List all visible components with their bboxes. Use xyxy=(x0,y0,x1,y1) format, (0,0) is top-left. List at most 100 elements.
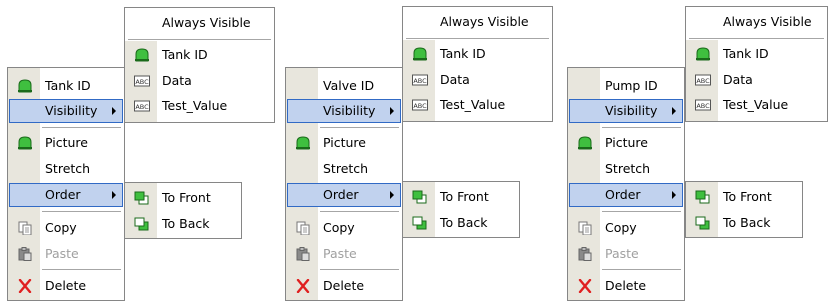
paste-icon xyxy=(17,247,33,261)
menu-item-delete[interactable]: Delete xyxy=(287,274,401,298)
menu-separator xyxy=(320,269,399,270)
menu-item-label: Delete xyxy=(45,278,87,293)
order-submenu-2: To Front To Back xyxy=(402,181,520,238)
menu-item-label: To Front xyxy=(440,189,489,204)
menu-item-test-value[interactable]: ABC Test_Value xyxy=(687,93,826,117)
menu-item-label: To Back xyxy=(440,215,488,230)
submenu-arrow-icon xyxy=(672,191,676,199)
menu-item-pump-id[interactable]: Pump ID xyxy=(569,74,683,98)
paste-icon xyxy=(295,247,311,261)
menu-separator xyxy=(42,211,121,212)
delete-x-icon xyxy=(577,279,593,293)
abc-text-icon: ABC xyxy=(134,99,150,113)
green-tank-icon xyxy=(577,136,593,150)
menu-item-label: Tank ID xyxy=(440,46,486,61)
svg-text:ABC: ABC xyxy=(413,77,427,85)
abc-text-icon: ABC xyxy=(695,98,711,112)
menu-separator xyxy=(42,269,121,270)
menu-item-always-visible[interactable]: Always Visible xyxy=(404,10,551,34)
menu-item-label: Always Visible xyxy=(162,15,251,30)
menu-item-label: Paste xyxy=(45,246,79,261)
menu-item-tank-id[interactable]: Tank ID xyxy=(687,42,826,66)
menu-item-to-back[interactable]: To Back xyxy=(126,212,240,236)
menu-item-copy[interactable]: Copy xyxy=(569,216,683,240)
menu-item-test-value[interactable]: ABC Test_Value xyxy=(126,94,273,118)
menu-item-picture[interactable]: Picture xyxy=(287,131,401,155)
menu-item-label: Tank ID xyxy=(723,46,769,61)
menu-item-paste[interactable]: Paste xyxy=(9,242,123,266)
bring-to-front-icon xyxy=(412,190,428,204)
menu-item-order[interactable]: Order xyxy=(569,183,683,207)
submenu-arrow-icon xyxy=(112,191,116,199)
menu-item-tank-id[interactable]: Tank ID xyxy=(126,43,273,67)
menu-item-label: Test_Value xyxy=(723,97,789,112)
menu-item-data[interactable]: ABC Data xyxy=(404,68,551,92)
delete-x-icon xyxy=(295,279,311,293)
submenu-arrow-icon xyxy=(390,107,394,115)
svg-text:ABC: ABC xyxy=(413,102,427,110)
menu-separator xyxy=(128,39,271,40)
menu-item-always-visible[interactable]: Always Visible xyxy=(687,10,826,34)
menu-item-picture[interactable]: Picture xyxy=(569,131,683,155)
menu-item-test-value[interactable]: ABC Test_Value xyxy=(404,93,551,117)
menu-item-stretch[interactable]: Stretch xyxy=(9,157,123,181)
menu-item-label: Paste xyxy=(605,246,639,261)
menu-item-order[interactable]: Order xyxy=(287,183,401,207)
menu-item-label: Test_Value xyxy=(162,98,228,113)
menu-item-label: Order xyxy=(605,187,641,202)
menu-item-to-front[interactable]: To Front xyxy=(126,186,240,210)
menu-item-to-back[interactable]: To Back xyxy=(687,211,801,235)
bring-to-front-icon xyxy=(695,190,711,204)
copy-icon xyxy=(295,221,311,235)
copy-icon xyxy=(577,221,593,235)
svg-text:ABC: ABC xyxy=(696,102,710,110)
menu-item-visibility[interactable]: Visibility xyxy=(569,99,683,123)
svg-text:ABC: ABC xyxy=(696,77,710,85)
menu-item-to-front[interactable]: To Front xyxy=(404,185,518,209)
menu-item-label: Visibility xyxy=(45,103,98,118)
order-submenu-1: To Front To Back xyxy=(124,182,242,239)
green-tank-icon xyxy=(412,47,428,61)
send-to-back-icon xyxy=(695,216,711,230)
menu-item-data[interactable]: ABC Data xyxy=(687,68,826,92)
menu-item-copy[interactable]: Copy xyxy=(9,216,123,240)
menu-separator xyxy=(42,127,121,128)
menu-item-picture[interactable]: Picture xyxy=(9,131,123,155)
abc-text-icon: ABC xyxy=(134,74,150,88)
abc-text-icon: ABC xyxy=(695,73,711,87)
menu-item-delete[interactable]: Delete xyxy=(569,274,683,298)
green-tank-icon xyxy=(17,79,33,93)
menu-item-delete[interactable]: Delete xyxy=(9,274,123,298)
menu-item-valve-id[interactable]: Valve ID xyxy=(287,74,401,98)
menu-item-label: Copy xyxy=(323,220,355,235)
menu-item-stretch[interactable]: Stretch xyxy=(287,157,401,181)
menu-item-label: Tank ID xyxy=(162,47,208,62)
menu-item-paste[interactable]: Paste xyxy=(287,242,401,266)
menu-item-paste[interactable]: Paste xyxy=(569,242,683,266)
menu-item-tank-id[interactable]: Tank ID xyxy=(404,42,551,66)
green-tank-icon xyxy=(695,47,711,61)
order-submenu-3: To Front To Back xyxy=(685,181,803,238)
menu-item-visibility[interactable]: Visibility xyxy=(287,99,401,123)
menu-item-label: Visibility xyxy=(323,103,376,118)
menu-item-label: Order xyxy=(323,187,359,202)
menu-item-always-visible[interactable]: Always Visible xyxy=(126,11,273,35)
visibility-submenu-1: Always Visible Tank ID ABC Data ABC Test… xyxy=(124,7,275,123)
paste-icon xyxy=(577,247,593,261)
menu-item-visibility[interactable]: Visibility xyxy=(9,99,123,123)
menu-item-order[interactable]: Order xyxy=(9,183,123,207)
menu-item-data[interactable]: ABC Data xyxy=(126,69,273,93)
menu-item-to-back[interactable]: To Back xyxy=(404,211,518,235)
abc-text-icon: ABC xyxy=(412,73,428,87)
menu-item-stretch[interactable]: Stretch xyxy=(569,157,683,181)
menu-item-copy[interactable]: Copy xyxy=(287,216,401,240)
menu-item-label: Order xyxy=(45,187,81,202)
menu-item-tank-id[interactable]: Tank ID xyxy=(9,74,123,98)
menu-item-label: Data xyxy=(162,73,192,88)
menu-item-label: Visibility xyxy=(605,103,658,118)
menu-item-label: Delete xyxy=(323,278,365,293)
visibility-submenu-3: Always Visible Tank ID ABC Data ABC Test… xyxy=(685,6,828,122)
menu-item-to-front[interactable]: To Front xyxy=(687,185,801,209)
menu-item-label: Tank ID xyxy=(45,78,91,93)
menu-item-label: To Front xyxy=(723,189,772,204)
